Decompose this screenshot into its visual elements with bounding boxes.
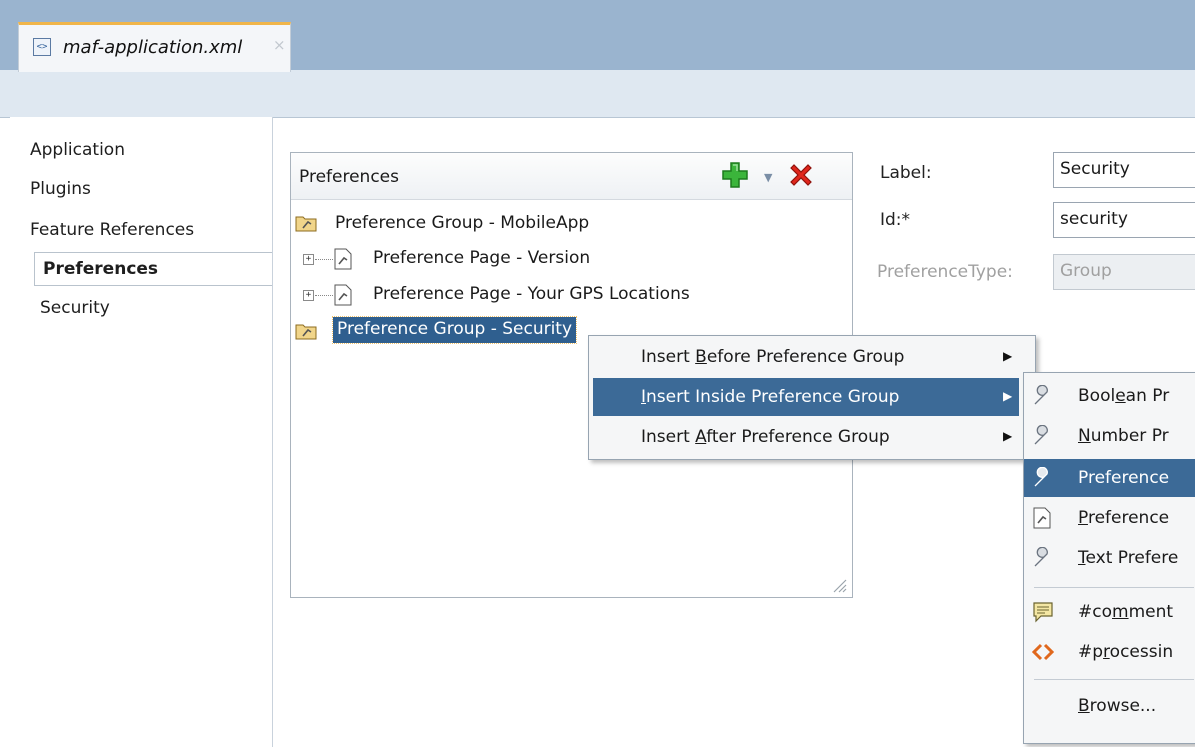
- preference-page-icon: [333, 248, 353, 275]
- id-field-label: Id:*: [880, 210, 911, 230]
- nav-item-preferences[interactable]: Preferences: [43, 259, 158, 279]
- submenu-item-number-preference[interactable]: Number Pr: [1024, 417, 1195, 455]
- overview-navigation: [10, 117, 273, 747]
- menu-item-label: Preference: [1078, 508, 1170, 528]
- submenu-arrow-icon: ▶: [1003, 429, 1013, 443]
- wrench-icon: [1032, 424, 1054, 452]
- submenu-item-preference-group[interactable]: Preference: [1024, 459, 1195, 497]
- menu-item-insert-after[interactable]: Insert After Preference Group ▶: [589, 418, 1035, 456]
- tree-connector: [315, 259, 333, 260]
- menu-item-label: #comment: [1078, 602, 1174, 622]
- menu-separator: [1034, 587, 1194, 588]
- resize-grip-icon[interactable]: [829, 575, 847, 598]
- menu-separator: [1034, 679, 1194, 680]
- add-dropdown-icon[interactable]: ▼: [764, 171, 772, 184]
- insert-inside-submenu: Boolean Pr Number Pr Preference Preferen…: [1023, 372, 1195, 744]
- comment-icon: [1032, 601, 1054, 628]
- expand-icon[interactable]: +: [303, 290, 314, 301]
- submenu-arrow-icon: ▶: [1003, 389, 1013, 403]
- preference-page-icon: [333, 284, 353, 311]
- menu-item-label: Text Prefere: [1078, 548, 1179, 568]
- tree-node-label-selected: Preference Group - Security: [331, 316, 578, 344]
- tab-title: maf-application.xml: [63, 37, 243, 58]
- wrench-icon: [1032, 466, 1054, 494]
- submenu-item-text-preference[interactable]: Text Prefere: [1024, 539, 1195, 577]
- tab-close-button[interactable]: ×: [273, 36, 286, 54]
- delete-icon[interactable]: [786, 160, 816, 195]
- submenu-item-comment[interactable]: #comment: [1024, 593, 1195, 631]
- context-menu: Insert Before Preference Group ▶ Insert …: [588, 335, 1036, 460]
- tree-node-label: Preference Group - MobileApp: [335, 213, 590, 233]
- nav-item-application[interactable]: Application: [30, 140, 125, 160]
- wrench-icon: [1032, 546, 1054, 574]
- label-field-label: Label:: [880, 163, 932, 183]
- menu-item-label: Boolean Pr: [1078, 386, 1170, 406]
- editor-toolbar-area: [0, 70, 1195, 118]
- label-input[interactable]: Security: [1053, 152, 1195, 188]
- preference-group-icon: [295, 214, 317, 237]
- submenu-item-browse[interactable]: Browse...: [1024, 687, 1195, 725]
- add-icon[interactable]: [721, 161, 749, 194]
- tree-node-label: Preference Page - Your GPS Locations: [373, 284, 690, 304]
- submenu-item-preference-page[interactable]: Preference: [1024, 499, 1195, 537]
- menu-item-label: #processin: [1078, 642, 1174, 662]
- nav-item-feature-references[interactable]: Feature References: [30, 220, 194, 240]
- preference-group-icon: [295, 322, 317, 345]
- preference-type-label: PreferenceType:: [877, 262, 1013, 282]
- preferences-panel-title: Preferences: [299, 167, 399, 187]
- preferences-panel-header: Preferences ▼: [291, 153, 852, 200]
- menu-item-label: Insert Inside Preference Group: [641, 387, 900, 407]
- preference-page-icon: [1032, 507, 1052, 534]
- menu-item-label: Preference: [1078, 468, 1170, 488]
- menu-item-label: Insert After Preference Group: [641, 427, 890, 447]
- expand-icon[interactable]: +: [303, 254, 314, 265]
- submenu-arrow-icon: ▶: [1003, 349, 1013, 363]
- wrench-icon: [1032, 384, 1054, 412]
- submenu-item-boolean-preference[interactable]: Boolean Pr: [1024, 377, 1195, 415]
- menu-item-label: Browse...: [1078, 696, 1157, 716]
- processing-instruction-icon: [1031, 641, 1055, 668]
- nav-item-plugins[interactable]: Plugins: [30, 179, 91, 199]
- id-input[interactable]: security: [1053, 202, 1195, 238]
- menu-item-insert-inside[interactable]: Insert Inside Preference Group ▶: [593, 378, 1019, 416]
- tree-node-label: Preference Page - Version: [373, 248, 591, 268]
- menu-item-label: Number Pr: [1078, 426, 1169, 446]
- nav-item-security[interactable]: Security: [40, 298, 110, 318]
- editor-tab-maf-application[interactable]: <> maf-application.xml ×: [18, 22, 291, 72]
- menu-item-insert-before[interactable]: Insert Before Preference Group ▶: [589, 338, 1035, 376]
- xml-file-icon: <>: [33, 38, 51, 56]
- preference-type-input: Group: [1053, 254, 1195, 290]
- menu-item-label: Insert Before Preference Group: [641, 347, 905, 367]
- tree-connector: [315, 295, 333, 296]
- submenu-item-processing-instruction[interactable]: #processin: [1024, 633, 1195, 671]
